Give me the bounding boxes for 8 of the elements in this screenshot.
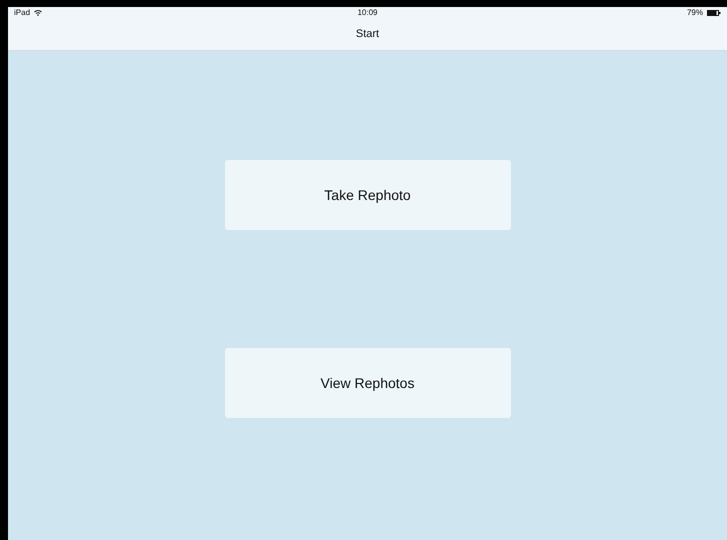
menu-button[interactable]: View Rephotos: [224, 348, 510, 418]
wifi-icon: [34, 10, 42, 16]
battery-icon: [707, 10, 721, 16]
clock-time: 10:09: [357, 7, 378, 19]
device-name: iPad: [14, 7, 30, 19]
screen-title: Start: [356, 27, 380, 42]
battery-percentage: 79%: [686, 7, 703, 19]
menu-button[interactable]: Take Rephoto: [224, 160, 510, 230]
